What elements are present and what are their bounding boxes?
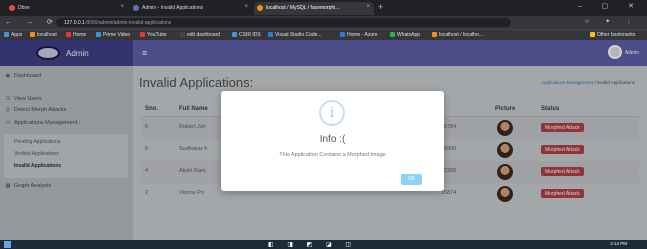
tab-favicon-icon [9, 5, 15, 11]
modal-message: This Application Contains a Morphed Imag… [279, 152, 386, 158]
os-taskbar: ◧ ◨ ◩ ◪ ◫ 2:14 PM [0, 240, 647, 249]
bookmark-item[interactable]: CSIR IDS [232, 32, 261, 38]
taskbar-clock[interactable]: 2:14 PM [610, 241, 627, 246]
url-host: 127.0.0.1 [64, 20, 85, 26]
bookmark-favicon-icon [140, 32, 145, 37]
bookmark-label: CSIR IDS [239, 32, 261, 38]
browser-tab-active[interactable]: localhost / MySQL / facemorphi... × [254, 2, 374, 15]
bookmark-item[interactable]: Home [66, 32, 86, 38]
bookmark-item[interactable]: localhost / localho... [432, 32, 483, 38]
info-modal: i Info :( This Application Contains a Mo… [221, 91, 444, 191]
info-icon: i [319, 100, 345, 126]
bookmark-label: Apps [11, 32, 23, 38]
bookmark-favicon-icon [66, 32, 71, 37]
tab-favicon-icon [133, 5, 139, 11]
apps-icon [4, 32, 9, 37]
bookmark-label: Other bookmarks [597, 32, 636, 38]
tab-favicon-icon [257, 5, 263, 11]
tab-title: localhost / MySQL / facemorphi... [266, 5, 340, 11]
bookmark-label: Home - Azure [347, 32, 378, 38]
url-path: :8000/admin/admin-invalid-applications [84, 20, 172, 26]
bookmark-favicon-icon [96, 32, 101, 37]
bookmark-favicon-icon [340, 32, 345, 37]
bookmark-label: Prime Video [103, 32, 131, 38]
bookmark-label: Home [73, 32, 87, 38]
url-field[interactable]: 127.0.0.1:8000/admin/admin-invalid-appli… [56, 18, 511, 27]
ok-button[interactable]: OK [401, 174, 422, 185]
bookmarks-bar: Apps localhost Home Prime Video YouTube … [0, 29, 647, 40]
bookmark-label: localhost / localho... [439, 32, 483, 38]
address-bar-row: ← → ⟳ ⌂ 127.0.0.1:8000/admin/admin-inval… [0, 16, 647, 29]
new-tab-icon[interactable]: + [378, 2, 383, 12]
bookmark-label: WhatsApp [397, 32, 421, 38]
bookmark-item[interactable]: Apps [4, 32, 22, 38]
folder-icon [590, 32, 595, 37]
close-tab-icon[interactable]: × [244, 4, 248, 10]
bookmark-label: localhost [37, 32, 57, 38]
bookmark-label: Visual Studio Code... [275, 32, 322, 38]
browser-tab-bar: Dbse × Admin - Invalid Applications × lo… [0, 0, 647, 16]
bookmark-item[interactable]: Visual Studio Code... [268, 32, 322, 38]
bookmark-favicon-icon [390, 32, 395, 37]
close-tab-icon[interactable]: × [120, 4, 124, 10]
windows-start-icon[interactable] [4, 241, 11, 248]
bookmark-item[interactable]: edit dashboard [180, 32, 220, 38]
bookmark-item[interactable]: Home - Azure [340, 32, 378, 38]
tab-title: Dbse [18, 5, 30, 11]
browser-tab[interactable]: Dbse × [6, 2, 128, 15]
bookmark-favicon-icon [30, 32, 35, 37]
bookmark-favicon-icon [432, 32, 437, 37]
bookmark-item[interactable]: WhatsApp [390, 32, 420, 38]
bookmark-item[interactable]: Prime Video [96, 32, 130, 38]
bookmark-favicon-icon [232, 32, 237, 37]
bookmark-favicon-icon [268, 32, 273, 37]
taskbar-apps-icon[interactable]: ◧ ◨ ◩ ◪ ◫ [268, 241, 357, 248]
bookmark-label: YouTube [147, 32, 167, 38]
browser-tools-icon[interactable]: ☆ ✦ ⋮ [584, 18, 639, 25]
bookmark-label: edit dashboard [187, 32, 221, 38]
tab-title: Admin - Invalid Applications [142, 5, 204, 11]
bookmark-item[interactable]: YouTube [140, 32, 167, 38]
modal-title: Info :( [319, 134, 346, 145]
bookmark-item[interactable]: Other bookmarks [590, 32, 635, 38]
bookmark-favicon-icon [180, 32, 185, 37]
close-tab-icon[interactable]: × [366, 4, 370, 10]
bookmark-item[interactable]: localhost [30, 32, 57, 38]
window-controls-icon[interactable]: – ▢ ✕ [578, 2, 643, 10]
browser-tab[interactable]: Admin - Invalid Applications × [130, 2, 252, 15]
